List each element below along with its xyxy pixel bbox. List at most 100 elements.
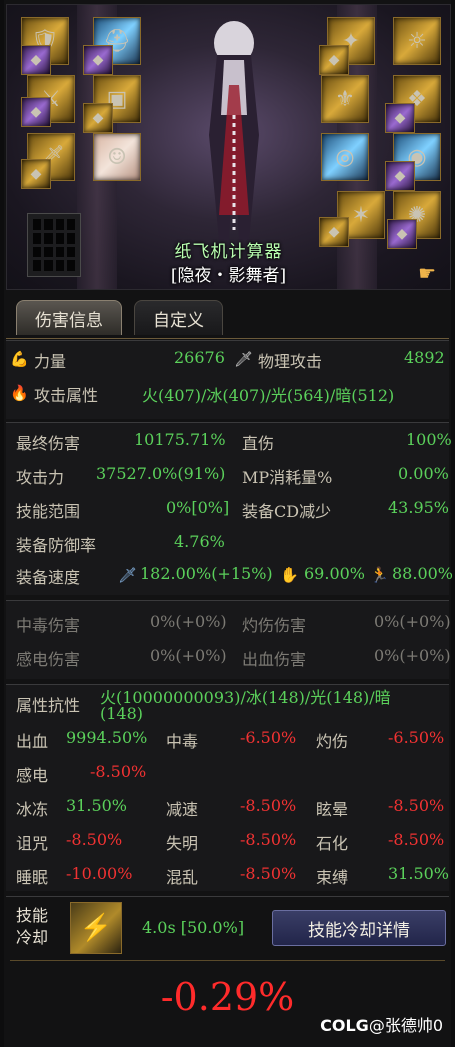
resist-item-value: -8.50% [66, 830, 123, 849]
attribute-icon: 🔥 [10, 384, 29, 402]
character-name: 纸飞机计算器 [174, 242, 283, 262]
resist-row: 睡眠 -10.00% 混乱 -8.50% 束缚 31.50% [6, 862, 449, 890]
resist-item-value: -8.50% [388, 830, 445, 849]
resist-item-value: 31.50% [388, 864, 450, 883]
equipment-slot-sub[interactable]: ◆ [83, 45, 113, 75]
equipment-slot-sub[interactable]: ◆ [21, 159, 51, 189]
resist-item-label: 石化 [316, 834, 349, 853]
bleed-value: 0%(+0%) [374, 646, 451, 665]
cd-reduce-value: 43.95% [388, 498, 450, 517]
shock-label: 感电伤害 [16, 650, 81, 669]
direct-value: 100% [406, 430, 452, 449]
atk-power-value: 37527.0%(91%) [96, 464, 226, 483]
equipment-slot-sub[interactable]: ◆ [385, 103, 415, 133]
phys-atk-label: 物理攻击 [258, 352, 323, 371]
colg-watermark: COLG@张德帅0 [320, 1012, 443, 1036]
divider [10, 960, 445, 961]
colg-logo: COLG [320, 1016, 369, 1035]
poison-value: 0%(+0%) [150, 612, 227, 631]
speed-label: 装备速度 [16, 568, 81, 587]
equipment-slot-bracelet[interactable]: ◎ [321, 133, 369, 181]
equipment-slot-sub[interactable]: ◆ [21, 97, 51, 127]
poison-burn-row: 中毒伤害 0%(+0%) 灼伤伤害 0%(+0%) [6, 610, 451, 638]
mp-value: 0.00% [398, 464, 449, 483]
tab-label: 伤害信息 [35, 310, 103, 331]
attack-power-row: 攻击力 37527.0%(91%) MP消耗量% 0.00% [6, 462, 449, 490]
equipment-slot-sub[interactable]: ◆ [319, 45, 349, 75]
character-portrait[interactable]: ☺ [93, 133, 141, 181]
resist-attr-row: 属性抗性 火(10000000093)/冰(148)/光(148)/暗 (148… [6, 688, 449, 723]
final-dmg-value: 10175.71% [134, 430, 226, 449]
equipment-slot-sub[interactable]: ◆ [83, 103, 113, 133]
attr-label: 攻击属性 [34, 386, 99, 405]
atk-power-label: 攻击力 [16, 468, 65, 487]
def-rate-value: 4.76% [174, 532, 225, 551]
resist-item-label: 灼伤 [316, 732, 349, 751]
equipment-slot-pants[interactable]: ⚜ [321, 75, 369, 123]
bleed-label: 出血伤害 [242, 650, 307, 669]
cooldown-detail-button[interactable]: 技能冷却详情 [272, 910, 446, 946]
resist-item-label: 减速 [166, 800, 199, 819]
tab-bar: 伤害信息 自定义 [6, 296, 449, 339]
equipment-slot-pet[interactable]: ☼ [393, 17, 441, 65]
poison-label: 中毒伤害 [16, 616, 81, 635]
resist-item-value: -8.50% [240, 830, 297, 849]
resist-value-line2: (148) [100, 704, 144, 723]
cd-reduce-label: 装备CD减少 [242, 502, 332, 521]
resist-item-label: 出血 [16, 732, 49, 751]
cooldown-label-line2: 冷却 [16, 928, 49, 947]
pointing-hand-icon[interactable]: ☛ [418, 261, 436, 285]
skill-range-label: 技能范围 [16, 502, 81, 521]
speed-2-value: 69.00% [304, 564, 366, 583]
cooldown-label-line1: 技能 [16, 906, 49, 925]
burn-value: 0%(+0%) [374, 612, 451, 631]
attack-attribute-row: 🔥 攻击属性 火(407)/冰(407)/光(564)/暗(512) [6, 380, 449, 408]
final-dmg-label: 最终伤害 [16, 434, 81, 453]
resist-item-value: -6.50% [388, 728, 445, 747]
attr-value: 火(407)/冰(407)/光(564)/暗(512) [142, 386, 395, 405]
resist-row: 感电 -8.50% [6, 760, 449, 788]
resist-item-value: -8.50% [240, 864, 297, 883]
mp-label: MP消耗量% [242, 468, 333, 487]
resist-item-label: 束缚 [316, 868, 349, 887]
def-rate-label: 装备防御率 [16, 536, 97, 555]
resist-item-label: 冰冻 [16, 800, 49, 819]
phys-atk-value: 4892 [404, 348, 445, 367]
skill-range-row: 技能范围 0%[0%] 装备CD减少 43.95% [6, 496, 449, 524]
strength-icon: 💪 [10, 350, 29, 368]
watermark-user: @张德帅0 [368, 1016, 443, 1035]
tab-custom[interactable]: 自定义 [134, 300, 223, 335]
resist-row: 出血 9994.50% 中毒 -6.50% 灼伤 -6.50% [6, 726, 449, 754]
cast-speed-icon: ✋ [280, 566, 299, 584]
equip-speed-row: 装备速度 🗡 182.00%(+15%) ✋ 69.00% 🏃 88.00% [6, 562, 453, 590]
resist-item-value: 31.50% [66, 796, 128, 815]
cooldown-value: 4.0s [50.0%] [142, 918, 245, 937]
character-panel: 🛡 ◆ ⛑ ◆ ⚔ ◆ ▣ ◆ 🗡 ◆ ☺ ✦ ◆ ☼ ⚜ ❖ ◆ ◎ ◉ ◆ … [6, 4, 451, 290]
burn-label: 灼伤伤害 [242, 616, 307, 635]
speed-3-value: 88.00% [392, 564, 454, 583]
resist-value-line1: 火(10000000093)/冰(148)/光(148)/暗 [100, 688, 391, 707]
skill-icon[interactable]: ⚡ [70, 902, 122, 954]
speed-1-value: 182.00%(+15%) [140, 564, 273, 583]
strength-row: 💪 力量 26676 🗡 物理攻击 4892 [6, 346, 449, 374]
strength-label: 力量 [34, 352, 67, 371]
shock-value: 0%(+0%) [150, 646, 227, 665]
resist-item-label: 失明 [166, 834, 199, 853]
resist-item-value: -10.00% [66, 864, 133, 883]
equipment-slot-sub[interactable]: ◆ [385, 161, 415, 191]
sword-icon: 🗡 [234, 350, 254, 368]
final-damage-row: 最终伤害 10175.71% 直伤 100% [6, 428, 452, 456]
character-class: [隐夜・影舞者] [170, 266, 287, 286]
resist-row: 诅咒 -8.50% 失明 -8.50% 石化 -8.50% [6, 828, 449, 856]
resist-item-value: -8.50% [240, 796, 297, 815]
resist-row: 冰冻 31.50% 减速 -8.50% 眩晕 -8.50% [6, 794, 449, 822]
resist-item-label: 中毒 [166, 732, 199, 751]
resist-item-label: 感电 [16, 766, 49, 785]
strength-value: 26676 [174, 348, 225, 367]
character-figure [209, 21, 259, 240]
resist-item-value: 9994.50% [66, 728, 148, 747]
defense-rate-row: 装备防御率 4.76% [6, 530, 449, 558]
tab-damage-info[interactable]: 伤害信息 [16, 300, 122, 335]
equipment-slot-sub[interactable]: ◆ [21, 45, 51, 75]
resist-label: 属性抗性 [16, 696, 81, 715]
